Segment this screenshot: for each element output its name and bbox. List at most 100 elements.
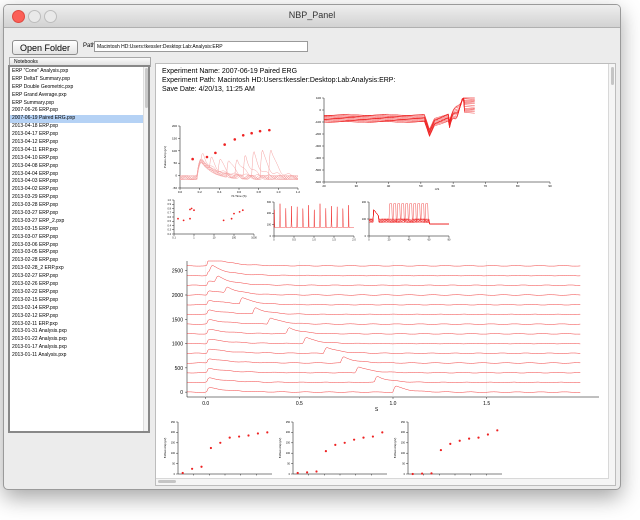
x-tick-label: 1.0 — [276, 190, 281, 194]
notebook-item[interactable]: 2013-02-27 ERP.pxp — [10, 273, 148, 281]
x-tick-label: 1.0 — [390, 401, 397, 407]
notebook-list-scroll-thumb[interactable] — [145, 68, 148, 108]
notebook-item[interactable]: 2013-03-29 ERP.pxp — [10, 194, 148, 202]
x-tick-label: 80 — [516, 184, 520, 188]
notebook-item[interactable]: 2013-02-28 ERP.pxp — [10, 257, 148, 265]
response-trace — [368, 203, 449, 225]
notebook-item[interactable]: 2013-01-11 Analysis.pxp — [10, 352, 148, 360]
notebook-item[interactable]: 2013-03-05 ERP.pxp — [10, 249, 148, 257]
stacked-waveform — [186, 366, 581, 374]
notebook-item[interactable]: 2013-01-31 Analysis.pxp — [10, 328, 148, 336]
notebook-preview: Experiment Name: 2007-06-19 Paired ERG E… — [155, 63, 616, 486]
notebook-item[interactable]: ERP "Cone" Analysis.pxp — [10, 68, 148, 76]
notebook-item[interactable]: 2013-03-27 ERP.pxp — [10, 210, 148, 218]
notebook-item[interactable]: 2013-02-12 ERP.pxp — [10, 313, 148, 321]
y-tick-label: 2000 — [172, 293, 183, 299]
notebook-item[interactable]: 2013-04-02 ERP.pxp — [10, 186, 148, 194]
b-wave-point — [353, 438, 356, 441]
y-tick-label: 100 — [401, 452, 406, 455]
notebook-item[interactable]: 2013-04-17 ERP.pxp — [10, 131, 148, 139]
b-wave-point — [266, 431, 269, 434]
b-wave-point — [371, 435, 374, 438]
notebook-item[interactable]: 2013-04-11 ERP.pxp — [10, 147, 148, 155]
stacked-waveform — [186, 286, 581, 296]
notebook-item[interactable]: 2013-02-15 ERP.pxp — [10, 297, 148, 305]
b-wave-point — [381, 431, 384, 434]
y-tick-label: 200 — [172, 124, 177, 128]
open-folder-button[interactable]: Open Folder — [12, 40, 78, 55]
notebook-item[interactable]: 2013-04-10 ERP.pxp — [10, 155, 148, 163]
chart-paired-flash: 0.0 0.2 0.4 0.6 0.8 1.0 1.2200150100500-50IS T… — [163, 124, 300, 198]
notebook-list-scrollbar[interactable] — [143, 67, 148, 431]
b-wave-point — [468, 437, 471, 440]
notebook-item[interactable]: 2013-04-18 ERP.pxp — [10, 123, 148, 131]
y-tick-label: -500 — [315, 168, 321, 172]
y-tick-label: 500 — [175, 366, 184, 372]
y-tick-label: -300 — [315, 144, 321, 148]
x-tick-label: 40 — [387, 184, 391, 188]
notebook-item[interactable]: 2013-04-03 ERP.pxp — [10, 178, 148, 186]
notebook-item[interactable]: ERP Double Geometric.pxp — [10, 84, 148, 92]
y-tick-label: -100 — [315, 120, 321, 124]
scatter-point — [190, 207, 193, 210]
notebook-item[interactable]: 2013-02-14 ERP.pxp — [10, 305, 148, 313]
notebook-list[interactable]: ERP "Cone" Analysis.pxp ERP DeltaT Summar… — [8, 65, 150, 433]
horizontal-scroll-thumb[interactable] — [158, 480, 176, 483]
notebook-item[interactable]: ERP DeltaT Summary.pxp — [10, 76, 148, 84]
x-tick-label: 70 — [484, 184, 488, 188]
notebook-item[interactable]: 2013-03-06 ERP.pxp — [10, 242, 148, 250]
stacked-waveform — [187, 356, 581, 364]
y-tick-label: 100 — [362, 218, 367, 221]
b-wave-point — [315, 470, 318, 473]
notebook-item[interactable]: 2013-02-26 ERP.pxp — [10, 281, 148, 289]
y-tick-label: 0.6 — [168, 216, 172, 219]
y-tick-label: 150 — [286, 442, 291, 445]
notebook-item[interactable]: 2013-04-04 ERP.pxp — [10, 171, 148, 179]
x-tick-label: 30 — [355, 184, 359, 188]
y-axis-label: B Wave Amp (µV) — [393, 438, 397, 459]
notebook-item[interactable]: 2013-02-28_2 ERP.pxp — [10, 265, 148, 273]
x-tick-label: 0.2 — [198, 190, 203, 194]
preview-horizontal-scrollbar[interactable] — [156, 478, 609, 485]
title-bar[interactable]: NBP_Panel — [4, 5, 620, 28]
b-wave-point — [219, 441, 222, 444]
notebook-item[interactable]: 2013-04-08 ERP.pxp — [10, 163, 148, 171]
chart-response-family: 0 20 40 60 80 200 100 0 — [362, 201, 451, 242]
chart-b-wave-amplitude: 250 200 150 100 50 0 B Wave Amp (µV) — [163, 421, 272, 476]
stacked-waveform — [186, 376, 581, 383]
notebook-item[interactable]: 2007-06-19 Paired ERG.pxp — [10, 115, 148, 124]
notebook-item[interactable]: ERP Grand Average.pxp — [10, 92, 148, 100]
y-tick-label: 0 — [270, 235, 272, 238]
y-tick-label: 150 — [172, 136, 177, 140]
stacked-waveform — [187, 327, 581, 335]
b-wave-point — [362, 436, 365, 439]
b-wave-point — [486, 433, 489, 436]
b-wave-point — [477, 436, 480, 439]
x-tick-label: 1.2 — [296, 190, 301, 194]
vertical-scroll-thumb[interactable] — [611, 67, 614, 85]
window-title: NBP_Panel — [288, 10, 336, 20]
stacked-waveform — [187, 347, 581, 354]
x-tick-label: 1.0 — [312, 239, 316, 242]
notebook-item[interactable]: 2013-04-12 ERP.pxp — [10, 139, 148, 147]
notebook-item[interactable]: 2007-06-26 ERP.pxp — [10, 107, 148, 115]
notebook-item[interactable]: 2013-02-11 ERP.pxp — [10, 321, 148, 329]
x-tick-label: 50 — [419, 184, 423, 188]
notebook-item[interactable]: ERP Summary.pxp — [10, 100, 148, 108]
y-tick-label: 250 — [171, 421, 176, 424]
notebook-item[interactable]: 2013-02-22 ERP.pxp — [10, 289, 148, 297]
x-tick-label: 1 — [193, 237, 195, 240]
notebook-item[interactable]: 2013-03-27 ERP_2.pxp — [10, 218, 148, 226]
notebook-item[interactable]: 2013-03-15 ERP.pxp — [10, 226, 148, 234]
notebook-item[interactable]: 2013-01-22 Analysis.pxp — [10, 336, 148, 344]
y-tick-label: 300 — [267, 201, 272, 204]
notebook-item[interactable]: 2013-03-28 ERP.pxp — [10, 202, 148, 210]
notebook-item[interactable]: 2013-03-07 ERP.pxp — [10, 234, 148, 242]
x-tick-label: 0.5 — [296, 401, 303, 407]
path-input[interactable] — [94, 41, 308, 52]
y-tick-label: 100 — [171, 452, 176, 455]
preview-vertical-scrollbar[interactable] — [608, 64, 615, 485]
b-wave-point — [343, 441, 346, 444]
x-axis-label: IS Time (S) — [231, 194, 246, 198]
notebook-item[interactable]: 2013-01-17 Analysis.pxp — [10, 344, 148, 352]
